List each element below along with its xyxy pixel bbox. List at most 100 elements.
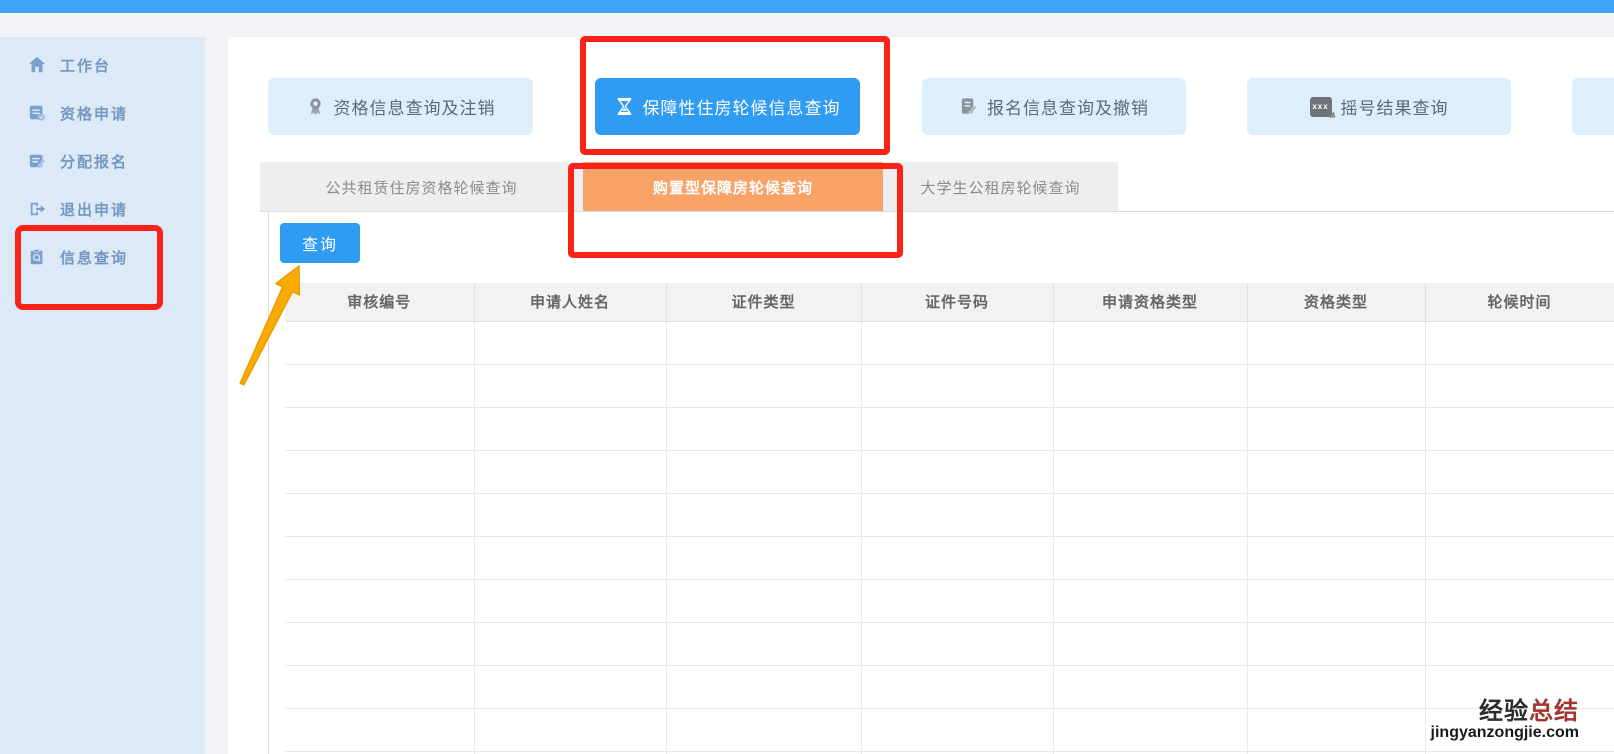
exit-apply-icon xyxy=(30,202,46,216)
table-row xyxy=(285,449,1614,494)
table-cell xyxy=(665,578,862,623)
sidebar-item-info-query[interactable]: 信息查询 xyxy=(0,233,205,281)
tab-student-rental-waitlist[interactable]: 大学生公租房轮候查询 xyxy=(883,162,1118,212)
allocation-signup-icon xyxy=(29,154,46,169)
table-cell xyxy=(1424,320,1614,365)
col-header-applicant-name: 申请人姓名 xyxy=(473,283,667,322)
tab-label: 购置型保障房轮候查询 xyxy=(652,179,813,197)
table-cell xyxy=(1052,535,1248,580)
table-cell xyxy=(665,363,862,408)
table-row xyxy=(285,535,1614,580)
table-cell xyxy=(860,664,1054,709)
query-button[interactable]: 查询 xyxy=(280,223,360,263)
hourglass-icon xyxy=(617,97,631,116)
table-cell xyxy=(285,406,475,451)
table-cell xyxy=(1246,406,1426,451)
table-cell xyxy=(1246,707,1426,752)
home-icon xyxy=(28,56,46,73)
qualification-info-query-button[interactable]: 资格信息查询及注销 xyxy=(268,78,533,135)
table-cell xyxy=(285,621,475,666)
tab-bottom-border xyxy=(260,211,1614,212)
table-cell xyxy=(1246,535,1426,580)
sidebar-item-qualification-apply[interactable]: 资格申请 xyxy=(0,89,205,137)
housing-waitlist-info-query-button[interactable]: 保障性住房轮候信息查询 xyxy=(595,78,860,135)
sidebar-item-label: 分配报名 xyxy=(60,153,129,171)
table-cell xyxy=(860,578,1054,623)
tab-purchase-housing-waitlist[interactable]: 购置型保障房轮候查询 xyxy=(583,162,883,212)
table-cell xyxy=(473,449,667,494)
table-row xyxy=(285,707,1614,752)
table-cell xyxy=(473,492,667,537)
table-cell xyxy=(1246,621,1426,666)
table-cell xyxy=(665,621,862,666)
table-cell xyxy=(860,492,1054,537)
table-cell xyxy=(665,406,862,451)
table-cell xyxy=(1246,320,1426,365)
table-row xyxy=(285,664,1614,709)
table-cell xyxy=(1052,664,1248,709)
sidebar-item-allocation-signup[interactable]: 分配报名 xyxy=(0,137,205,185)
table-cell xyxy=(1424,406,1614,451)
table-cell xyxy=(1246,449,1426,494)
table-cell xyxy=(473,578,667,623)
table-cell xyxy=(473,535,667,580)
col-header-qualification-type: 资格类型 xyxy=(1246,283,1426,322)
medal-icon xyxy=(309,98,321,116)
table-cell xyxy=(285,449,475,494)
tab-public-rental-waitlist[interactable]: 公共租赁住房资格轮候查询 xyxy=(260,162,583,212)
table-cell xyxy=(1052,707,1248,752)
toolbar-button-label: 资格信息查询及注销 xyxy=(333,99,496,118)
table-cell xyxy=(1052,320,1248,365)
document-edit-icon xyxy=(961,98,977,115)
toolbar-button-label: 报名信息查询及撤销 xyxy=(987,99,1149,118)
table-cell xyxy=(860,406,1054,451)
sidebar-item-label: 退出申请 xyxy=(60,201,129,219)
col-header-apply-qualification: 申请资格类型 xyxy=(1052,283,1248,322)
table-cell xyxy=(285,320,475,365)
table-cell xyxy=(1424,578,1614,623)
table-cell xyxy=(1052,578,1248,623)
sidebar-item-label: 资格申请 xyxy=(60,105,129,123)
table-cell xyxy=(285,578,475,623)
info-query-icon xyxy=(30,248,43,265)
table-cell xyxy=(1246,578,1426,623)
table-cell xyxy=(473,621,667,666)
tab-label: 公共租赁住房资格轮候查询 xyxy=(325,179,518,197)
table-cell xyxy=(1246,664,1426,709)
table-cell xyxy=(1424,492,1614,537)
qualification-apply-icon xyxy=(29,105,45,121)
table-cell xyxy=(1052,363,1248,408)
table-cell xyxy=(860,363,1054,408)
table-cell xyxy=(1424,621,1614,666)
sidebar-item-label: 信息查询 xyxy=(60,249,129,267)
signup-info-query-button[interactable]: 报名信息查询及撤销 xyxy=(922,78,1186,135)
lottery-result-query-button[interactable]: xxx 摇号结果查询 xyxy=(1247,78,1511,135)
toolbar-button-label: 摇号结果查询 xyxy=(1340,99,1449,118)
col-header-id-number: 证件号码 xyxy=(860,283,1054,322)
table-cell xyxy=(1424,449,1614,494)
table-row xyxy=(285,320,1614,365)
table-cell xyxy=(1052,406,1248,451)
table-cell xyxy=(1246,363,1426,408)
col-header-waitlist-time: 轮候时间 xyxy=(1424,283,1614,322)
table-cell xyxy=(665,707,862,752)
table-row xyxy=(285,492,1614,537)
table-cell xyxy=(285,363,475,408)
table-cell xyxy=(665,492,862,537)
table-cell xyxy=(285,492,475,537)
table-cell xyxy=(285,664,475,709)
cutoff-toolbar-button[interactable] xyxy=(1572,78,1614,135)
top-bar xyxy=(0,0,1614,13)
table-cell xyxy=(1424,363,1614,408)
table-row xyxy=(285,621,1614,666)
sidebar-item-exit-apply[interactable]: 退出申请 xyxy=(0,185,205,233)
table-row xyxy=(285,578,1614,623)
results-table: 审核编号 申请人姓名 证件类型 证件号码 申请资格类型 资格类型 轮候时间 xyxy=(285,283,1614,754)
table-cell xyxy=(665,320,862,365)
sidebar-item-label: 工作台 xyxy=(60,57,112,75)
table-cell xyxy=(860,707,1054,752)
sidebar-item-workbench[interactable]: 工作台 xyxy=(0,41,205,89)
table-cell xyxy=(665,449,862,494)
table-cell xyxy=(1246,492,1426,537)
table-cell xyxy=(473,707,667,752)
